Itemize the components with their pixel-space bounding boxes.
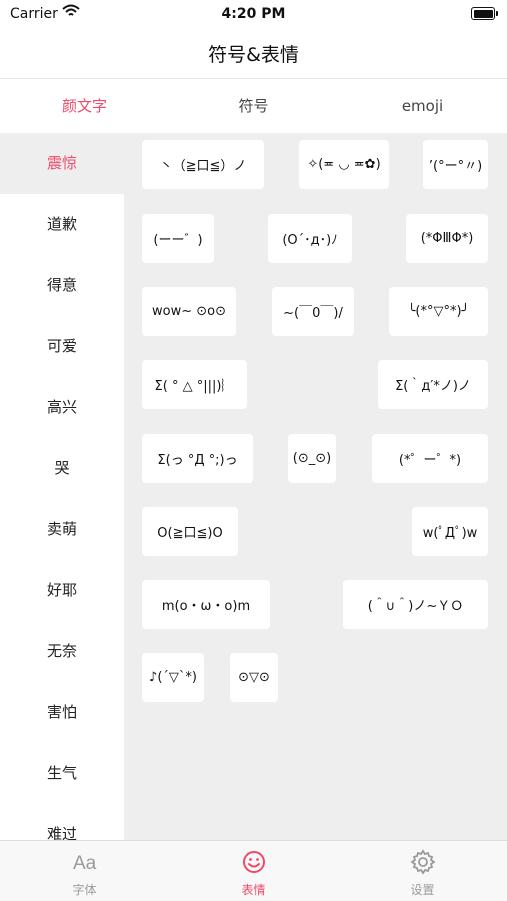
emoticon-cell[interactable]: wow~ ⊙o⊙	[142, 287, 236, 336]
page-title: 符号&表情	[208, 44, 299, 66]
tab-kaomoji[interactable]: 颜文字	[0, 79, 169, 133]
emoticon-cell[interactable]: ~(￣0￣)/	[272, 287, 354, 336]
category-item[interactable]: 卖萌	[0, 499, 124, 560]
emoticon-cell[interactable]: m(o・ω・o)m	[142, 580, 270, 629]
font-icon: Aa	[73, 853, 97, 874]
status-time: 4:20 PM	[221, 6, 286, 22]
battery-icon	[471, 7, 498, 20]
category-list: 震惊 道歉 得意 可爱 高兴 哭 卖萌 好耶 无奈 害怕 生气 难过	[0, 133, 124, 840]
emoticon-cell[interactable]: Σ(っ °Д °;)っ	[142, 434, 253, 483]
status-bar: Carrier 4:20 PM	[0, 0, 507, 28]
emoticon-cell[interactable]: w(ﾟДﾟ)w	[412, 507, 488, 556]
tab-label: 字体	[72, 883, 97, 897]
emoticon-cell[interactable]: O(≧口≦)O	[142, 507, 238, 556]
emoticon-cell[interactable]: (ーー゛)	[142, 214, 214, 263]
category-item[interactable]: 无奈	[0, 621, 124, 682]
emoticon-cell[interactable]: ╰(*°▽°*)╯	[389, 287, 488, 336]
emoticon-cell[interactable]: ’(°ー°〃)	[423, 140, 488, 189]
tab-emoji[interactable]: emoji	[338, 79, 507, 133]
emoticon-cell[interactable]: Σ( ° △ °|||)︴	[142, 360, 247, 409]
category-item[interactable]: 哭	[0, 438, 124, 499]
emoticon-cell[interactable]: (*゜ー゜*)	[372, 434, 488, 483]
emoticon-cell[interactable]: (＾∪＾)ノ~ＹＯ	[343, 580, 488, 629]
emoticon-cell[interactable]: ♪(´▽`*)	[142, 653, 204, 702]
emoticon-cell[interactable]: (O´･д･)ﾉ	[268, 214, 352, 263]
category-item[interactable]: 得意	[0, 255, 124, 316]
emoticon-cell[interactable]: Σ(｀д′*ノ)ノ	[378, 360, 488, 409]
tab-label: 设置	[410, 883, 435, 897]
emoticon-cell[interactable]: (⊙_⊙)	[288, 434, 336, 483]
tab-label: 表情	[241, 883, 266, 897]
tab-emoticon[interactable]: 表情	[169, 841, 338, 901]
svg-text:Aa: Aa	[73, 853, 97, 874]
emoticon-cell[interactable]: 丶（≧口≦）ノ	[142, 140, 264, 189]
tab-settings[interactable]: 设置	[338, 841, 507, 901]
category-item[interactable]: 道歉	[0, 194, 124, 255]
category-item[interactable]: 震惊	[0, 133, 124, 194]
category-item[interactable]: 生气	[0, 743, 124, 804]
category-item[interactable]: 好耶	[0, 560, 124, 621]
bottom-tab-bar: Aa 字体 表情 设置	[0, 840, 507, 901]
category-item[interactable]: 害怕	[0, 682, 124, 743]
smiley-icon	[242, 851, 265, 873]
gear-icon	[409, 849, 436, 875]
emoticon-panel: 丶（≧口≦）ノ ✧(≖ ◡ ≖✿) ’(°ー°〃) (ーー゛) (O´･д･)ﾉ…	[124, 133, 507, 840]
tab-font[interactable]: Aa 字体	[0, 841, 169, 901]
emoticon-cell[interactable]: (*ΦⅢΦ*)	[406, 214, 488, 263]
category-item[interactable]: 难过	[0, 804, 124, 840]
segment-bar: 颜文字 符号 emoji	[0, 79, 507, 133]
navigation-bar: 符号&表情	[0, 28, 507, 79]
emoticon-cell[interactable]: ⊙▽⊙	[230, 653, 278, 702]
emoticon-cell[interactable]: ✧(≖ ◡ ≖✿)	[299, 140, 389, 189]
category-item[interactable]: 可爱	[0, 316, 124, 377]
tab-symbols[interactable]: 符号	[169, 79, 338, 133]
category-item[interactable]: 高兴	[0, 377, 124, 438]
